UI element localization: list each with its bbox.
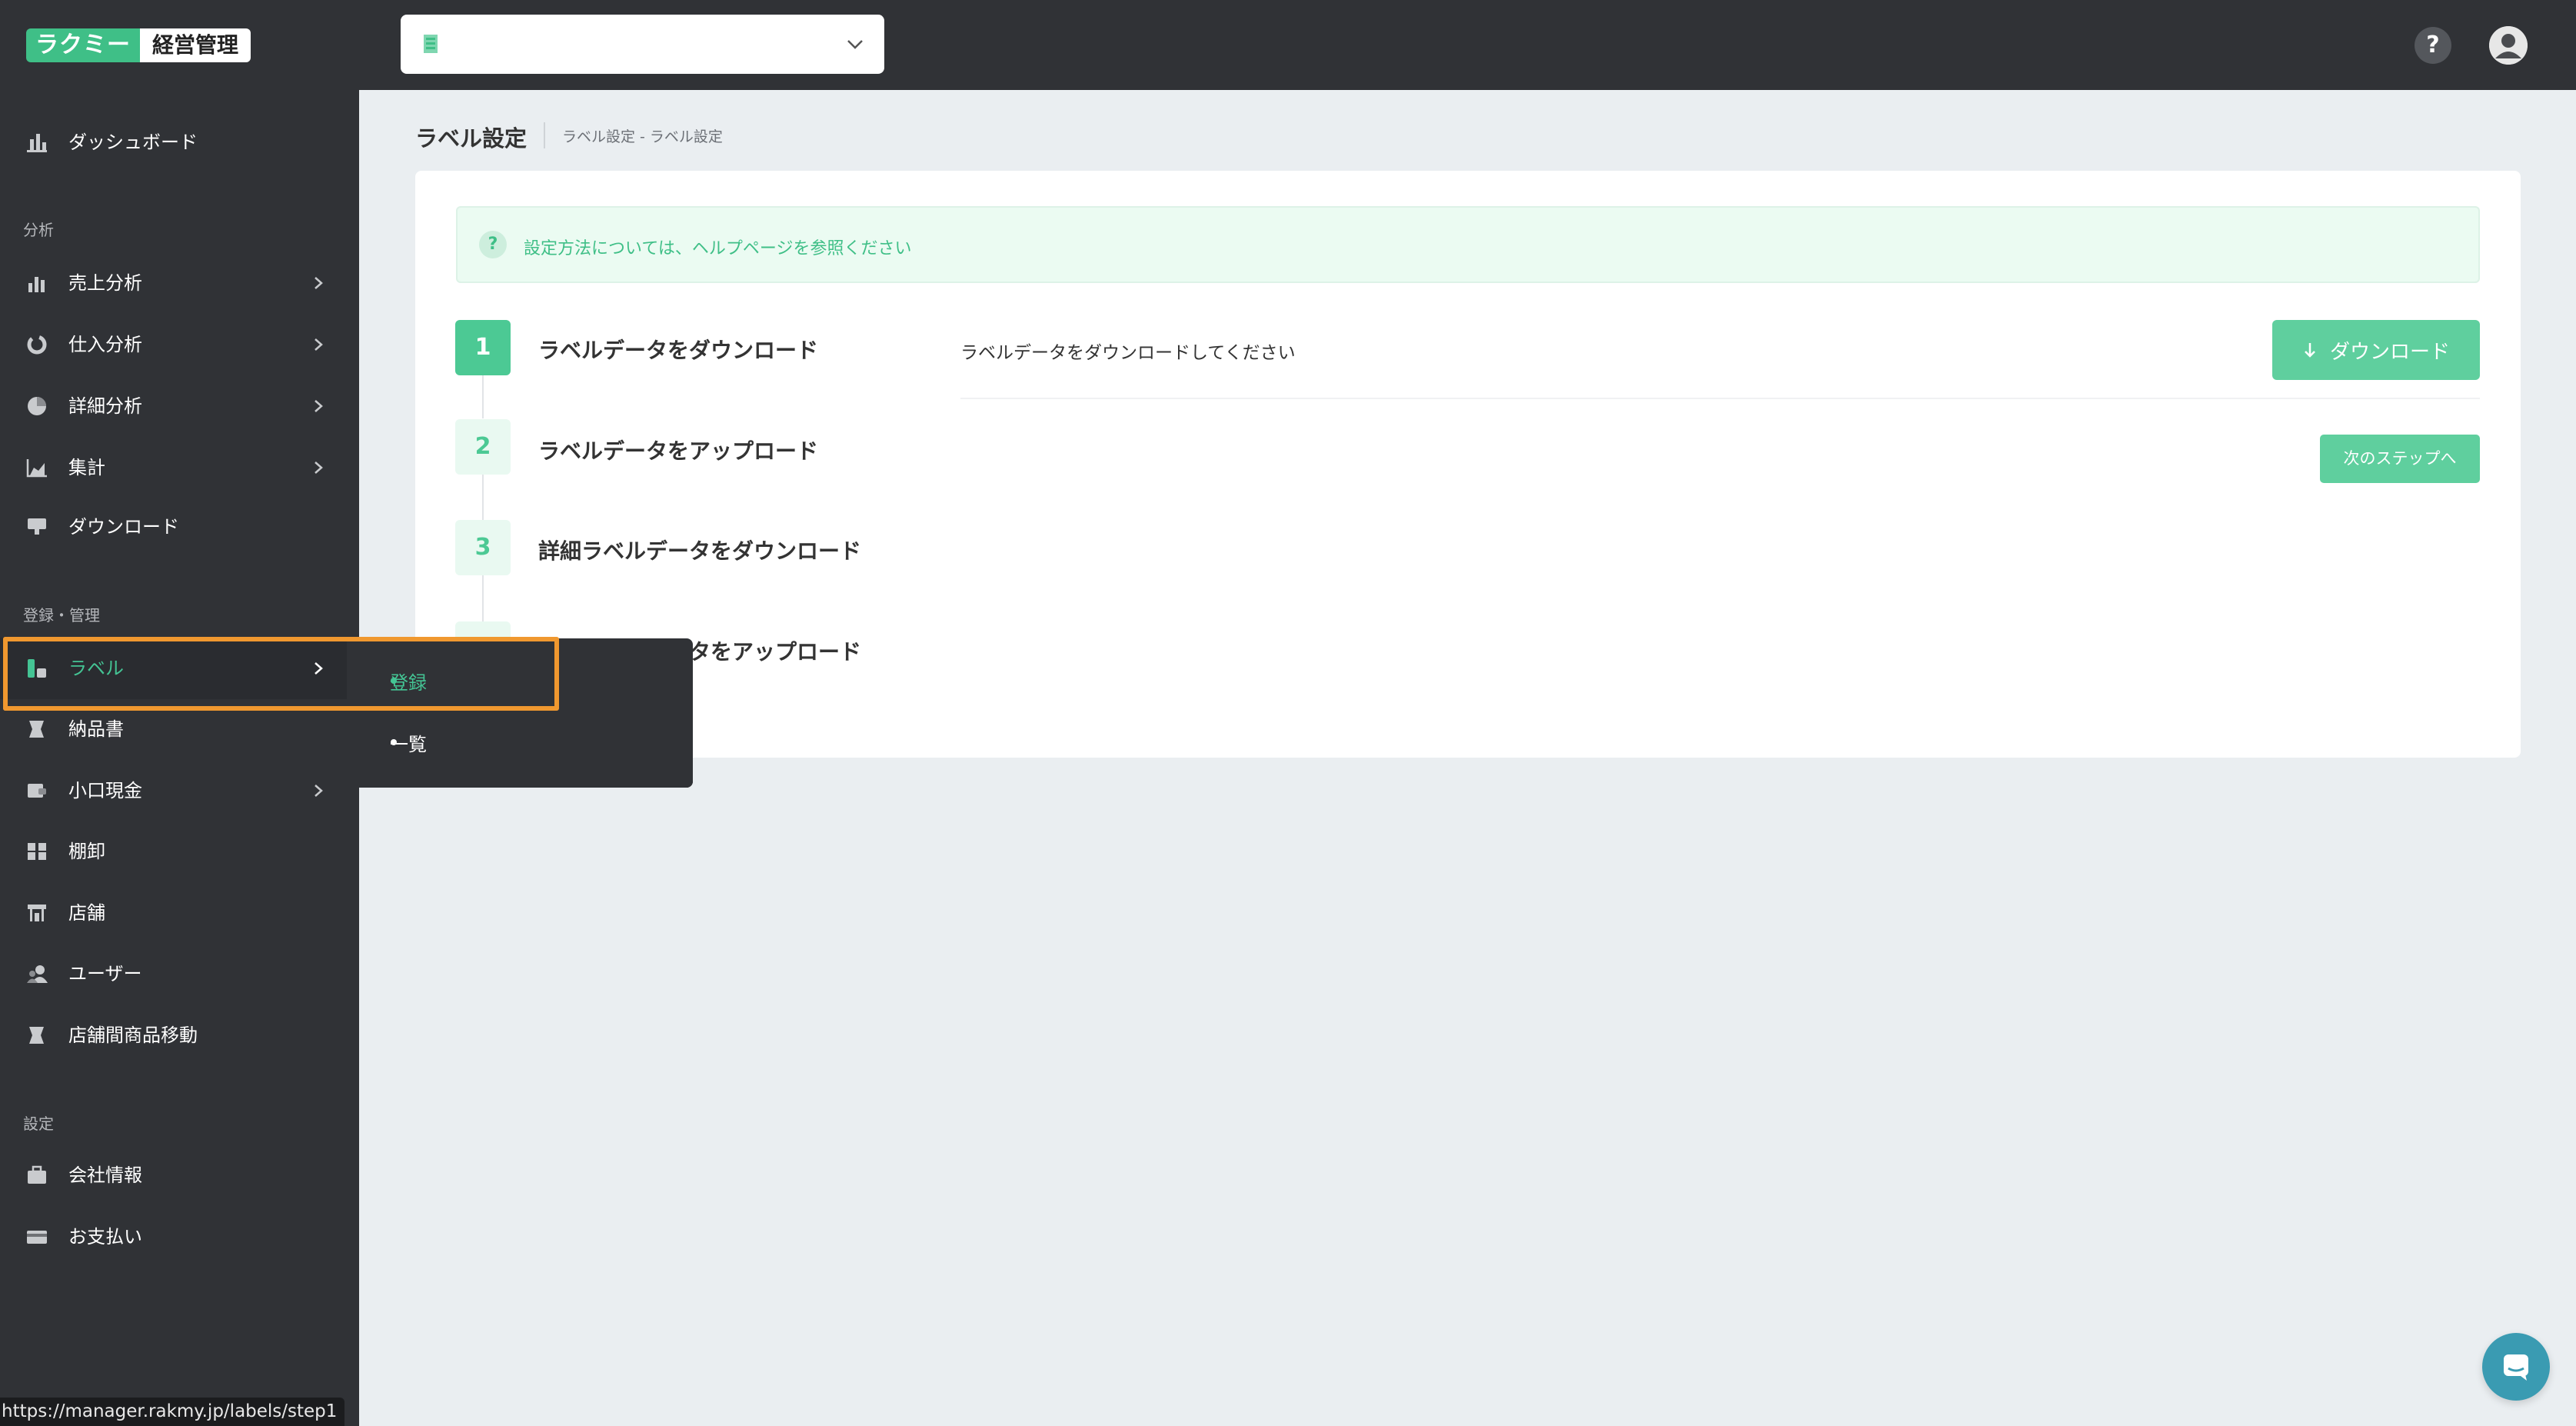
sidebar-item-label: 納品書: [68, 718, 124, 740]
chevron-right-icon: [315, 461, 323, 474]
step-number: 3: [455, 520, 511, 575]
help-notice-text[interactable]: 設定方法については、ヘルプページを参照ください: [524, 235, 911, 259]
chevron-right-icon: [315, 277, 323, 289]
sidebar-item-label: 会社情報: [68, 1164, 142, 1186]
step-connector: [482, 575, 484, 621]
step-connector: [482, 375, 484, 418]
storefront-icon: [28, 905, 46, 921]
arrow-down-icon: [2305, 343, 2315, 358]
chevron-right-icon: [315, 400, 323, 412]
sidebar-item-dashboard[interactable]: ダッシュボード: [0, 112, 359, 173]
wallet-icon: [28, 784, 46, 798]
sidebar-item-aggregate[interactable]: 集計: [0, 437, 359, 498]
store-select[interactable]: [401, 15, 884, 74]
sidebar-item-petty-cash[interactable]: 小口現金: [0, 760, 359, 821]
column-chart-icon: [28, 277, 45, 292]
step-divider: [960, 398, 2480, 399]
sidebar-item-label: ラベル: [68, 658, 124, 679]
download-button-label: ダウンロード: [2329, 340, 2450, 364]
sidebar-item-label: 棚卸: [68, 841, 105, 862]
sidebar-item-inventory[interactable]: 棚卸: [0, 821, 359, 882]
step-title: ラベルデータをダウンロード: [538, 338, 819, 363]
download-button[interactable]: ダウンロード: [2272, 320, 2480, 380]
help-button[interactable]: ?: [2415, 27, 2451, 64]
sidebar-item-delivery-note[interactable]: 納品書: [0, 698, 359, 760]
pie-chart-icon: [28, 397, 46, 415]
sidebar-item-detail-analysis[interactable]: 詳細分析: [0, 375, 359, 437]
sidebar-item-label: お支払い: [68, 1226, 142, 1248]
question-icon: ?: [479, 231, 507, 258]
sidebar-item-label: ダッシュボード: [68, 132, 198, 153]
logo-product: 経営管理: [140, 28, 251, 62]
sidebar-item-user[interactable]: ユーザー: [0, 943, 359, 1005]
document-icon: [29, 1027, 44, 1044]
next-step-button[interactable]: 次のステップへ: [2320, 435, 2480, 483]
sidebar-item-label: 仕入分析: [68, 334, 142, 355]
chevron-down-icon: [847, 40, 863, 49]
breadcrumb: ラベル設定 - ラベル設定: [562, 128, 723, 145]
chevron-right-icon: [315, 785, 323, 797]
step-number: 1: [455, 320, 511, 375]
section-title-settings: 設定: [23, 1114, 54, 1133]
bar-chart-icon: [27, 134, 47, 152]
user-avatar-icon: [2489, 26, 2528, 65]
step-title: 詳細ラベルデータをダウンロード: [538, 538, 862, 564]
sidebar-item-label-settings[interactable]: ラベル: [0, 638, 359, 699]
sidebar-item-label: 売上分析: [68, 272, 142, 294]
sidebar-item-label: 小口現金: [68, 780, 142, 801]
briefcase-icon: [28, 1165, 46, 1184]
document-icon: [29, 721, 44, 738]
store-icon: [424, 35, 438, 53]
submenu-bullet: [391, 678, 397, 684]
status-bar-url: https://manager.rakmy.jp/labels/step1: [0, 1398, 345, 1426]
sidebar-item-label: ユーザー: [68, 963, 142, 985]
label-submenu-overlay: 登録 一覧: [347, 638, 693, 788]
sidebar-item-inter-store-transfer[interactable]: 店舗間商品移動: [0, 1005, 359, 1066]
title-divider: [544, 122, 545, 148]
sidebar-item-company-info[interactable]: 会社情報: [0, 1144, 359, 1206]
help-notice: ? 設定方法については、ヘルプページを参照ください: [456, 206, 2480, 283]
sidebar-item-payment[interactable]: お支払い: [0, 1206, 359, 1268]
sidebar-item-label: 店舗: [68, 902, 105, 924]
sidebar-item-label: 店舗間商品移動: [68, 1025, 198, 1046]
chevron-right-icon: [315, 662, 323, 675]
credit-card-icon: [27, 1231, 47, 1244]
sidebar-item-purchase-analysis[interactable]: 仕入分析: [0, 314, 359, 375]
step-connector: [482, 474, 484, 520]
logo-brand: ラクミー: [26, 28, 140, 62]
grid-icon: [28, 843, 46, 860]
top-header: ラクミー 経営管理 ?: [0, 0, 2576, 90]
area-chart-icon: [26, 459, 47, 478]
label-icon: [28, 659, 46, 678]
download-icon: [28, 518, 46, 535]
sidebar-item-label: 集計: [68, 457, 105, 478]
chat-icon: [2504, 1354, 2528, 1381]
chevron-right-icon: [315, 338, 323, 351]
donut-chart-icon: [27, 335, 47, 355]
section-title-analysis: 分析: [23, 221, 54, 239]
step-title: ラベルデータをアップロード: [538, 438, 819, 464]
sidebar-item-label: ダウンロード: [68, 516, 179, 538]
sidebar-item-label: 詳細分析: [68, 395, 142, 417]
submenu-bullet: [391, 739, 397, 745]
sidebar-item-store[interactable]: 店舗: [0, 882, 359, 944]
sidebar-item-download[interactable]: ダウンロード: [0, 496, 359, 558]
chat-widget-button[interactable]: [2482, 1333, 2550, 1401]
user-avatar[interactable]: [2489, 26, 2528, 65]
section-title-registration: 登録・管理: [23, 606, 100, 625]
sidebar-item-sales-analysis[interactable]: 売上分析: [0, 252, 359, 314]
users-icon: [27, 965, 48, 983]
page-title: ラベル設定: [415, 125, 528, 152]
step-number: 2: [455, 419, 511, 475]
app-logo[interactable]: ラクミー 経営管理: [26, 28, 251, 62]
step-description: ラベルデータをダウンロードしてください: [960, 343, 1296, 363]
